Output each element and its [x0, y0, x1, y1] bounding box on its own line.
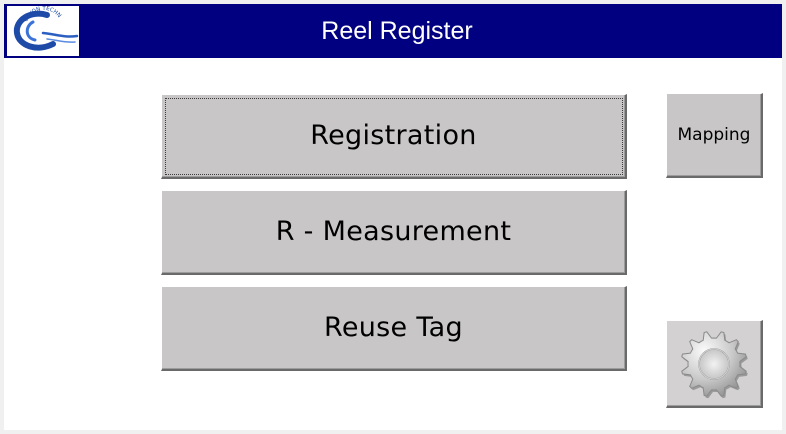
reuse-tag-button[interactable]: Reuse Tag	[161, 286, 627, 371]
r-measurement-button[interactable]: R - Measurement	[161, 190, 627, 275]
app-window: CEYON TECHNOLOGY Reel Register Registrat…	[4, 4, 782, 430]
page-title: Reel Register	[321, 17, 473, 45]
registration-button[interactable]: Registration	[161, 94, 627, 179]
title-bar: CEYON TECHNOLOGY Reel Register	[4, 4, 782, 58]
mapping-button[interactable]: Mapping	[666, 93, 763, 178]
settings-button[interactable]	[666, 320, 763, 408]
